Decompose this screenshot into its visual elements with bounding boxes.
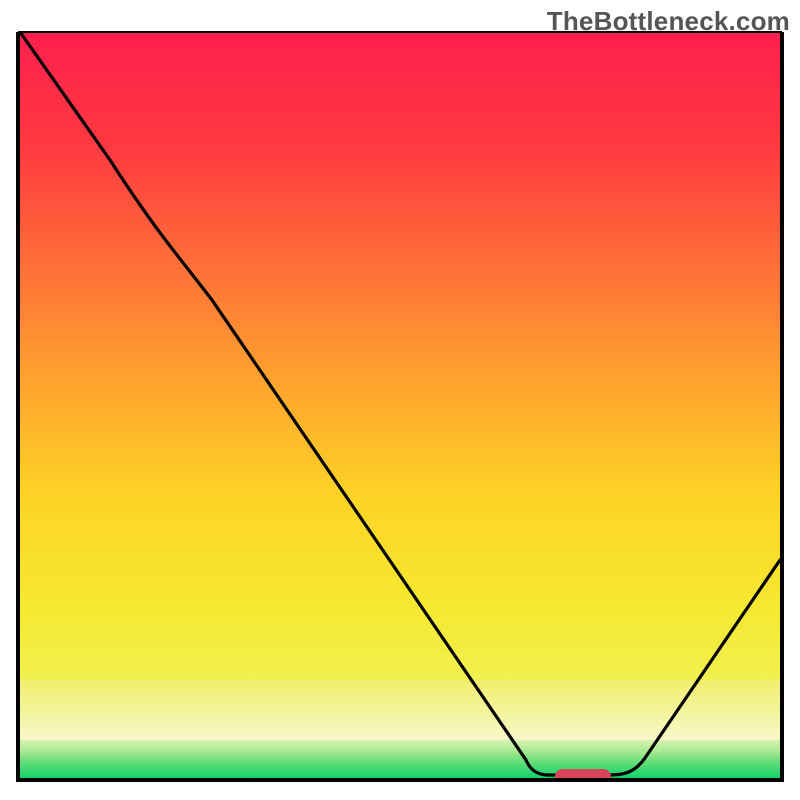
chart-container: TheBottleneck.com <box>0 0 800 800</box>
bottleneck-chart <box>0 0 800 800</box>
watermark-text: TheBottleneck.com <box>547 6 790 37</box>
band-green <box>20 740 780 778</box>
band-yellow <box>20 680 780 740</box>
gradient-background <box>20 32 780 680</box>
